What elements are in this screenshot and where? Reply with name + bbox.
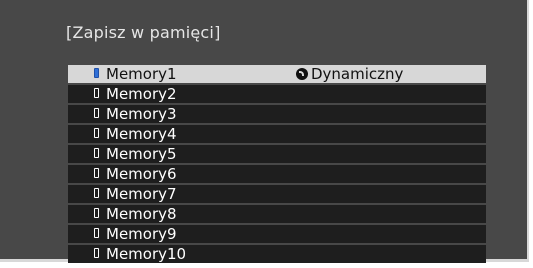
memory-slot-2[interactable]: Memory2 [68,85,486,103]
memory-slot-1[interactable]: Memory1 Dynamiczny [68,65,486,83]
memory-slot-label: Memory5 [106,145,177,163]
memory-slot-icon [94,208,99,218]
memory-slot-label: Memory1 [106,65,177,83]
memory-slot-label: Memory9 [106,225,177,243]
memory-save-dialog: [Zapisz w pamięci] Memory1 Dynamiczny Me… [0,0,529,265]
memory-list: Memory1 Dynamiczny Memory2 Memory3 Memor… [68,65,486,265]
memory-slot-icon [94,128,99,138]
memory-slot-icon [94,168,99,178]
memory-slot-5[interactable]: Memory5 [68,145,486,163]
memory-slot-icon [94,68,99,78]
memory-slot-6[interactable]: Memory6 [68,165,486,183]
dialog-title: [Zapisz w pamięci] [66,23,221,42]
memory-slot-mode: Dynamiczny [296,65,403,83]
memory-slot-icon [94,88,99,98]
memory-slot-icon [94,188,99,198]
memory-slot-3[interactable]: Memory3 [68,105,486,123]
memory-slot-label: Memory2 [106,85,177,103]
memory-slot-label: Memory3 [106,105,177,123]
memory-slot-8[interactable]: Memory8 [68,205,486,223]
dynamic-mode-icon [296,68,308,80]
memory-slot-icon [94,228,99,238]
memory-slot-10[interactable]: Memory10 [68,245,486,263]
memory-slot-4[interactable]: Memory4 [68,125,486,143]
memory-slot-icon [94,148,99,158]
memory-slot-icon [94,108,99,118]
memory-slot-label: Memory4 [106,125,177,143]
memory-slot-7[interactable]: Memory7 [68,185,486,203]
memory-slot-label: Memory10 [106,245,187,263]
memory-slot-icon [94,248,99,258]
memory-slot-label: Memory8 [106,205,177,223]
memory-slot-label: Memory6 [106,165,177,183]
memory-slot-9[interactable]: Memory9 [68,225,486,243]
memory-slot-mode-label: Dynamiczny [311,65,404,83]
memory-slot-label: Memory7 [106,185,177,203]
